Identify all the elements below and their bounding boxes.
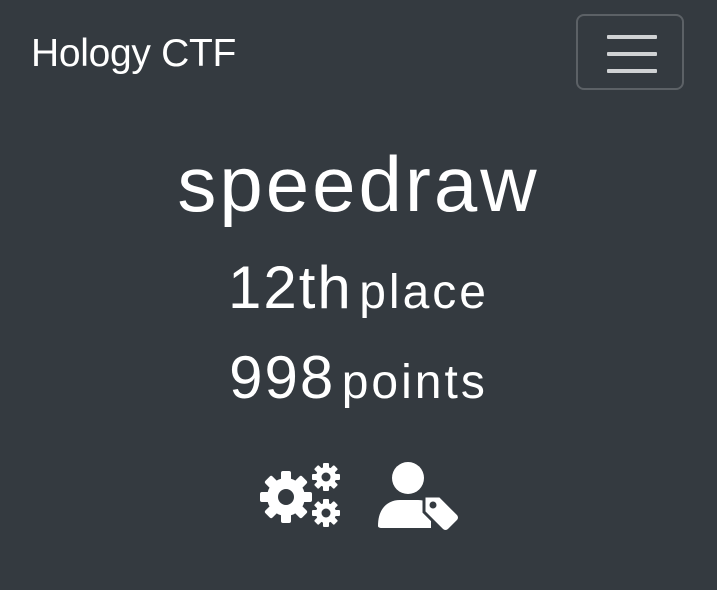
cogs-icon[interactable] (258, 462, 342, 528)
navbar: Hology CTF (0, 0, 717, 108)
points-number: 998 (229, 344, 336, 411)
team-actions (0, 462, 717, 532)
team-points: 998 points (0, 342, 717, 419)
user-tag-icon[interactable] (376, 462, 460, 530)
team-place: 12th place (0, 252, 717, 329)
points-label: points (341, 356, 488, 409)
hamburger-menu-icon (607, 35, 657, 73)
team-name: speedraw (177, 140, 540, 228)
place-number: 12th (228, 254, 353, 321)
navbar-toggler-button[interactable] (576, 14, 684, 90)
place-label: place (359, 266, 489, 319)
navbar-brand[interactable]: Hology CTF (31, 30, 236, 78)
